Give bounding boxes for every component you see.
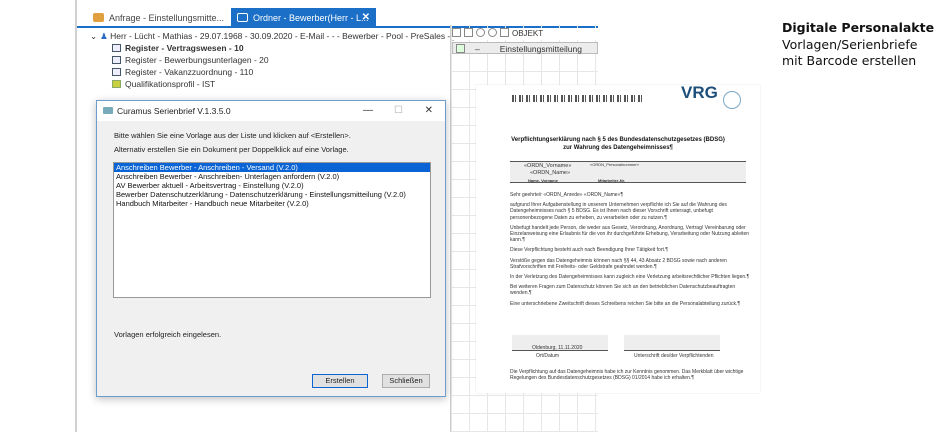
label-place-date: Ort/Datum — [536, 353, 560, 359]
tree-item-label: Register - Bewerbungsunterlagen - 20 — [125, 55, 269, 65]
paragraph: In der Verletzung des Datengeheimnisses … — [510, 274, 750, 281]
window-border — [75, 0, 77, 432]
document-title: Verpflichtungserklärung nach § 5 des Bun… — [476, 137, 760, 152]
title-line: Verpflichtungserklärung nach § 5 des Bun… — [511, 137, 725, 143]
folder-tree: ⌄ ♟ Herr - Lücht - Mathias - 29.07.1968 -… — [90, 30, 464, 90]
label-signature: Unterschrift des/der Verpflichtenden — [634, 353, 714, 359]
tree-item-label: Register - Vertragswesen - 10 — [125, 43, 244, 53]
caption-line: Vorlagen/Serienbriefe — [782, 36, 918, 52]
paragraph: Verstöße gegen das Datengeheimnis können… — [510, 257, 727, 270]
salutation: Sehr geehrte/r «ORDN_Anrede» «ORDN_Name»… — [510, 192, 624, 198]
person-icon: ♟ — [100, 31, 108, 41]
tree-item[interactable]: Register - Bewerbungsunterlagen - 20 — [90, 54, 450, 66]
barcode — [512, 95, 642, 102]
template-list[interactable]: Anschreiben Bewerber - Anschreiben - Ver… — [113, 162, 431, 298]
close-tab-icon[interactable]: ✕ — [362, 8, 370, 28]
tab-ordner[interactable]: Ordner - Bewerber(Herr - L... ✕ — [231, 8, 376, 28]
caption-heading: Digitale Personalakte — [782, 20, 935, 35]
title-line: zur Wahrung des Datengeheimnisses¶ — [563, 144, 673, 151]
document-icon — [456, 44, 465, 53]
tree-item[interactable]: Register - Vakanzzuordnung - 110 — [90, 66, 450, 78]
field-name: «ORDN_Name» — [530, 170, 571, 176]
document-preview: VRG Verpflichtungserklärung nach § 5 des… — [476, 83, 760, 393]
column-header: – Einstellungsmitteilung — [452, 42, 598, 54]
template-item[interactable]: Bewerber Datenschutzerklärung - Datensch… — [114, 190, 430, 199]
vrg-logo-mark — [723, 91, 741, 109]
objekt-label: OBJEKT — [512, 29, 544, 38]
place-date-field: Oldenburg, 11.11.2020 — [512, 335, 608, 351]
side-caption: Digitale Personalakte Vorlagen/Serienbri… — [782, 20, 934, 70]
tree-item[interactable]: Register - Vertragswesen - 10 — [90, 42, 450, 54]
vrg-logo: VRG — [681, 83, 718, 102]
tree-item[interactable]: Qualifikationsprofil - IST — [90, 78, 450, 90]
paragraph: Unbefugt handelt jede Person, die weder … — [510, 224, 750, 244]
paragraph: Eine unterschriebene Zweitschrift dieses… — [510, 300, 741, 307]
link-icon[interactable] — [488, 28, 497, 37]
paragraph: Diese Verpflichtung besteht auch nach Be… — [510, 247, 668, 254]
create-button[interactable]: Erstellen — [312, 374, 368, 388]
instruction-text: Bitte wählen Sie eine Vorlage aus der Li… — [114, 131, 351, 140]
tree-item-label: Register - Vakanzzuordnung - 110 — [125, 67, 254, 77]
document-body: Sehr geehrte/r «ORDN_Anrede» «ORDN_Name»… — [510, 192, 750, 307]
close-button[interactable]: ✕ — [425, 101, 433, 121]
paragraph: Bei weiteren Fragen zum Datenschutz könn… — [510, 284, 736, 297]
car-icon — [93, 13, 104, 22]
caption-line: mit Barcode erstellen — [782, 53, 917, 68]
register-icon — [112, 56, 121, 64]
object-toolbar: OBJEKT — [452, 28, 598, 40]
dash: – — [475, 44, 480, 54]
template-item[interactable]: Handbuch Mitarbeiter - Handbuch neue Mit… — [114, 199, 430, 208]
profile-check-icon — [112, 80, 121, 88]
dialog-titlebar: Curamus Serienbrief V.1.3.5.0 — ☐ ✕ — [97, 101, 445, 121]
column-label: Einstellungsmitteilung — [499, 44, 582, 54]
maximize-button[interactable]: ☐ — [394, 101, 403, 121]
chevron-down-icon[interactable]: ⌄ — [90, 31, 97, 41]
app-icon — [103, 107, 113, 114]
tree-root[interactable]: ⌄ ♟ Herr - Lücht - Mathias - 29.07.1968 -… — [90, 30, 464, 42]
place-date: Oldenburg, 11.11.2020 — [532, 345, 583, 351]
serienbrief-dialog: Curamus Serienbrief V.1.3.5.0 — ☐ ✕ Bitt… — [96, 100, 446, 397]
paragraph: aufgrund Ihrer Aufgabenstellung in unser… — [510, 202, 727, 221]
template-item[interactable]: AV Bewerber aktuell - Arbeitsvertrag - E… — [114, 181, 430, 190]
globe-icon[interactable] — [476, 28, 485, 37]
template-item[interactable]: Anschreiben Bewerber - Anschreiben - Ver… — [114, 163, 430, 172]
paste-icon[interactable] — [464, 28, 473, 37]
field-personalnummer: «ORDN_Personalnummer» — [590, 162, 639, 167]
template-item[interactable]: Anschreiben Bewerber - Anschreiben- Unte… — [114, 172, 430, 181]
tab-label: Anfrage - Einstellungsmitte... — [109, 13, 225, 23]
label-name: Name, Vorname — [528, 178, 558, 183]
register-icon — [112, 44, 121, 52]
close-dialog-button[interactable]: Schließen — [382, 374, 430, 388]
folder-icon — [237, 13, 248, 22]
status-text: Vorlagen erfolgreich eingelesen. — [114, 330, 222, 339]
tab-label: Ordner - Bewerber(Herr - L... — [253, 13, 369, 23]
label-mitarbeiter: Mitarbeiter-Nr. — [598, 178, 626, 183]
tree-root-label: Herr - Lücht - Mathias - 29.07.1968 - 30… — [110, 31, 465, 41]
tab-anfrage[interactable]: Anfrage - Einstellungsmitte... — [87, 8, 227, 28]
closing-paragraph: Die Verpflichtung auf das Datengeheimnis… — [510, 369, 744, 382]
field-vorname: «ORDN_Vorname» — [524, 163, 572, 169]
register-icon — [112, 68, 121, 76]
employee-fields: «ORDN_Vorname» «ORDN_Personalnummer» «OR… — [510, 161, 746, 183]
instruction-text: Alternativ erstellen Sie ein Dokument pe… — [114, 145, 349, 154]
dialog-title: Curamus Serienbrief V.1.3.5.0 — [117, 106, 231, 116]
copy-icon[interactable] — [452, 28, 461, 37]
signature-field — [624, 335, 720, 351]
minimize-button[interactable]: — — [363, 101, 373, 121]
note-icon[interactable] — [500, 28, 509, 37]
tree-item-label: Qualifikationsprofil - IST — [125, 79, 216, 89]
